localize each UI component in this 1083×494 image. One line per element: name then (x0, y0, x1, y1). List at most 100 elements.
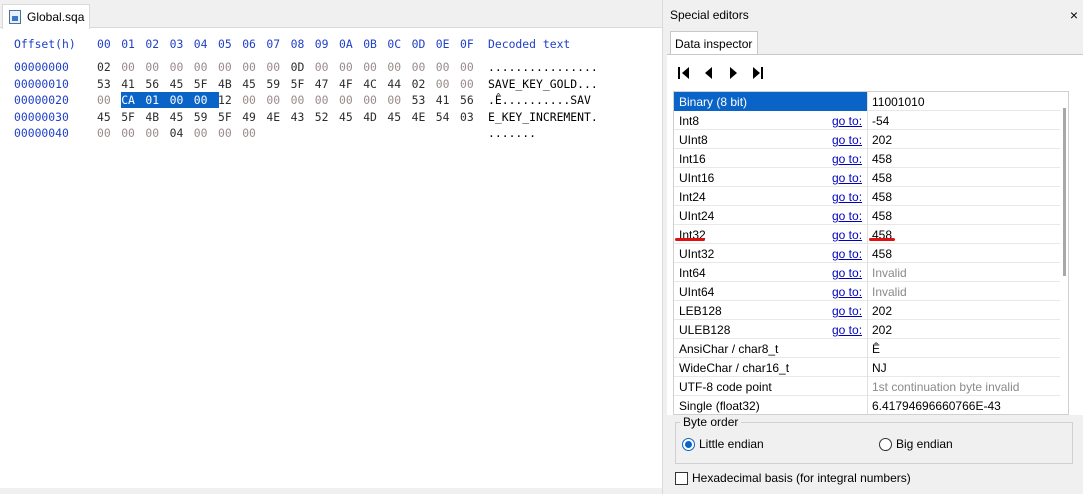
byte-cell[interactable]: 00 (97, 125, 111, 141)
byte-cell[interactable]: 00 (145, 125, 159, 141)
inspector-field-value[interactable]: 11001010 (872, 95, 925, 109)
byte-cell[interactable]: 01 (145, 92, 171, 108)
byte-cell[interactable]: 00 (242, 59, 256, 75)
goto-link[interactable]: go to: (832, 247, 862, 261)
byte-cell[interactable]: 00 (145, 59, 159, 75)
goto-link[interactable]: go to: (832, 209, 862, 223)
close-icon[interactable]: × (1070, 8, 1078, 22)
byte-cell[interactable]: 00 (315, 92, 329, 108)
byte-cell[interactable]: 45 (387, 109, 401, 125)
goto-link[interactable]: go to: (832, 152, 862, 166)
byte-cell[interactable]: 45 (170, 76, 184, 92)
inspector-row[interactable]: Int24 go to: 458 (674, 187, 1060, 206)
inspector-field-value[interactable]: NJ (872, 361, 887, 375)
byte-cell[interactable]: 43 (291, 109, 305, 125)
inspector-row[interactable]: UInt32 go to: 458 (674, 244, 1060, 263)
byte-cell[interactable]: 00 (194, 59, 208, 75)
tab-data-inspector[interactable]: Data inspector (670, 31, 758, 55)
byte-cell[interactable]: 49 (242, 109, 256, 125)
byte-cell[interactable]: 00 (266, 59, 280, 75)
byte-cell[interactable]: 47 (315, 76, 329, 92)
inspector-field-value[interactable]: 6.41794696660766E-43 (872, 399, 1001, 413)
byte-cell[interactable]: 00 (339, 59, 353, 75)
byte-cell[interactable]: 4E (412, 109, 426, 125)
goto-link[interactable]: go to: (832, 228, 862, 242)
goto-link[interactable]: go to: (832, 323, 862, 337)
byte-cell[interactable]: 5F (291, 76, 305, 92)
last-icon[interactable] (749, 65, 765, 81)
goto-link[interactable]: go to: (832, 171, 862, 185)
byte-cell[interactable]: 4B (218, 76, 232, 92)
byte-cell[interactable]: CA (121, 92, 147, 108)
byte-cell[interactable]: 41 (436, 92, 450, 108)
byte-cell[interactable]: 00 (436, 59, 450, 75)
inspector-row[interactable]: UInt16 go to: 458 (674, 168, 1060, 187)
inspector-row[interactable]: Int32 go to: 458 (674, 225, 1060, 244)
byte-cell[interactable]: 00 (315, 59, 329, 75)
inspector-field-value[interactable]: 458 (872, 190, 892, 204)
inspector-field-value[interactable]: 202 (872, 323, 892, 337)
byte-cell[interactable]: 53 (412, 92, 426, 108)
inspector-row[interactable]: WideChar / char16_t NJ (674, 358, 1060, 377)
byte-cell[interactable]: 00 (194, 125, 208, 141)
byte-cell[interactable]: 44 (387, 76, 401, 92)
byte-cell[interactable]: 56 (145, 76, 159, 92)
first-icon[interactable] (677, 65, 693, 81)
byte-cell[interactable]: 03 (460, 109, 474, 125)
decoded-text-cell[interactable]: ....... (488, 125, 536, 141)
byte-cell[interactable]: 59 (266, 76, 280, 92)
inspector-row[interactable]: Int64 go to: Invalid (674, 263, 1060, 282)
byte-cell[interactable]: 00 (170, 59, 184, 75)
inspector-row[interactable]: LEB128 go to: 202 (674, 301, 1060, 320)
horizontal-scrollbar[interactable] (0, 488, 666, 494)
decoded-text-cell[interactable]: SAVE_KEY_GOLD... (488, 76, 598, 92)
inspector-field-value[interactable]: 202 (872, 304, 892, 318)
goto-link[interactable]: go to: (832, 133, 862, 147)
inspector-field-value[interactable]: 202 (872, 133, 892, 147)
byte-cell[interactable]: 54 (436, 109, 450, 125)
inspector-row[interactable]: Single (float32) 6.41794696660766E-43 (674, 396, 1060, 414)
byte-cell[interactable]: 41 (121, 76, 135, 92)
byte-cell[interactable]: 5F (121, 109, 135, 125)
decoded-text-cell[interactable]: ................ (488, 59, 598, 75)
byte-cell[interactable]: 00 (193, 92, 219, 108)
byte-cell[interactable]: 00 (218, 125, 232, 141)
byte-cell[interactable]: 04 (170, 125, 184, 141)
byte-cell[interactable]: 00 (460, 76, 474, 92)
byte-cell[interactable]: 00 (266, 92, 280, 108)
byte-cell[interactable]: 00 (363, 92, 377, 108)
byte-cell[interactable]: 00 (387, 59, 401, 75)
big-endian-radio[interactable]: Big endian (879, 437, 953, 451)
vertical-scrollbar[interactable] (1060, 92, 1068, 414)
byte-cell[interactable]: 00 (291, 92, 305, 108)
byte-cell[interactable]: 00 (412, 59, 426, 75)
byte-cell[interactable]: 56 (460, 92, 474, 108)
byte-cell[interactable]: 59 (194, 109, 208, 125)
byte-cell[interactable]: 0D (291, 59, 305, 75)
byte-cell[interactable]: 45 (339, 109, 353, 125)
inspector-row[interactable]: AnsiChar / char8_t Ê (674, 339, 1060, 358)
scrollbar-thumb[interactable] (1063, 108, 1066, 276)
goto-link[interactable]: go to: (832, 114, 862, 128)
inspector-field-value[interactable]: 1st continuation byte invalid (872, 380, 1019, 394)
inspector-row[interactable]: Int16 go to: 458 (674, 149, 1060, 168)
inspector-row[interactable]: Int8 go to: -54 (674, 111, 1060, 130)
byte-cell[interactable]: 45 (170, 109, 184, 125)
inspector-row[interactable]: UInt64 go to: Invalid (674, 282, 1060, 301)
decoded-text-cell[interactable]: E_KEY_INCREMENT. (488, 109, 598, 125)
byte-cell[interactable]: 4D (363, 109, 377, 125)
inspector-row[interactable]: UInt8 go to: 202 (674, 130, 1060, 149)
byte-cell[interactable]: 4F (339, 76, 353, 92)
goto-link[interactable]: go to: (832, 266, 862, 280)
byte-cell[interactable]: 4E (266, 109, 280, 125)
byte-cell[interactable]: 02 (97, 59, 111, 75)
byte-cell[interactable]: 00 (387, 92, 401, 108)
byte-cell[interactable]: 00 (436, 76, 450, 92)
byte-cell[interactable]: 00 (242, 92, 256, 108)
decoded-text-cell[interactable]: .Ê..........SAV (488, 92, 591, 108)
byte-cell[interactable]: 52 (315, 109, 329, 125)
inspector-row[interactable]: Binary (8 bit) 11001010 (674, 92, 1060, 111)
byte-cell[interactable]: 00 (363, 59, 377, 75)
inspector-field-value[interactable]: 458 (872, 152, 892, 166)
goto-link[interactable]: go to: (832, 190, 862, 204)
